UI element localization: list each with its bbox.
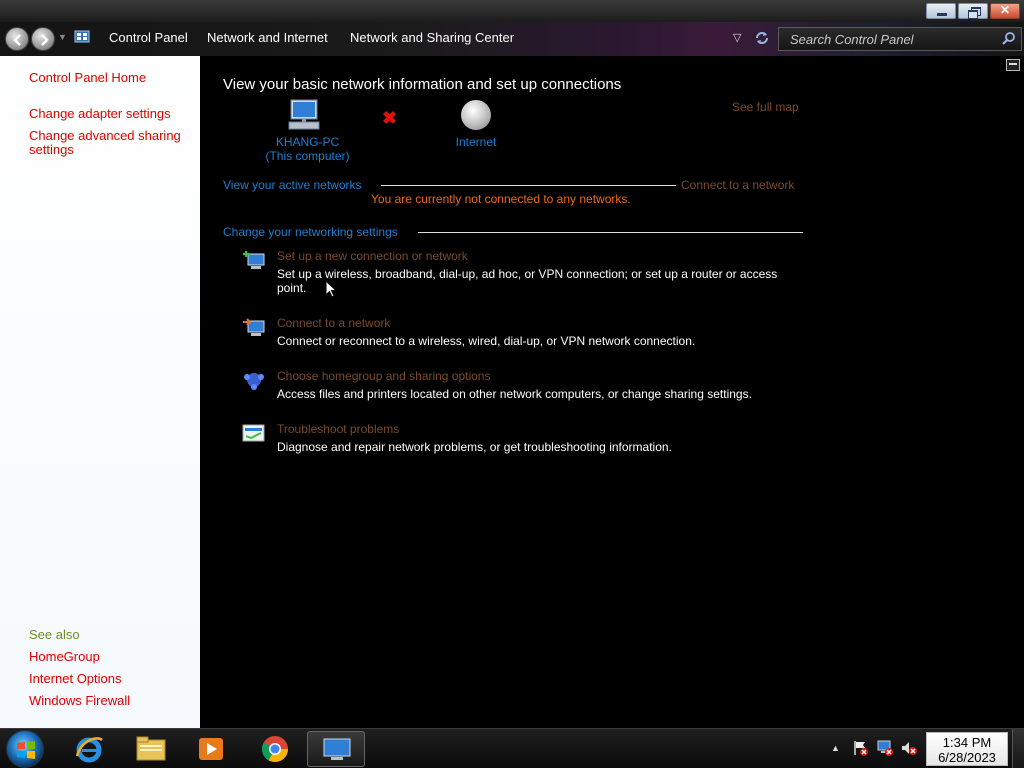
system-clock[interactable]: 1:34 PM 6/28/2023 bbox=[926, 732, 1008, 766]
close-icon: ✕ bbox=[999, 3, 1011, 17]
disconnected-x-icon: ✖ bbox=[382, 108, 398, 128]
internet-explorer-icon bbox=[75, 737, 103, 763]
action-center-flag-icon[interactable] bbox=[852, 739, 870, 757]
new-connection-icon bbox=[243, 251, 265, 269]
main-content: View your basic network information and … bbox=[200, 56, 1024, 728]
recent-pages-dropdown-icon[interactable]: ▼ bbox=[58, 32, 67, 42]
clock-date: 6/28/2023 bbox=[938, 750, 996, 765]
chrome-icon bbox=[261, 736, 289, 763]
task-description: Set up a wireless, broadband, dial-up, a… bbox=[277, 267, 778, 295]
control-panel-icon bbox=[74, 30, 90, 43]
folder-icon bbox=[136, 736, 166, 761]
start-button[interactable] bbox=[6, 730, 44, 768]
taskbar-media-player[interactable] bbox=[182, 731, 240, 767]
breadcrumb-control-panel[interactable]: Control Panel bbox=[109, 30, 188, 45]
search-icon[interactable] bbox=[1001, 31, 1017, 47]
refresh-icon[interactable] bbox=[753, 29, 771, 47]
search-input[interactable] bbox=[779, 28, 999, 50]
task-title-link[interactable]: Set up a new connection or network bbox=[277, 249, 468, 263]
show-desktop-button[interactable] bbox=[1012, 729, 1024, 768]
computer-name-label: KHANG-PC bbox=[275, 135, 340, 149]
taskbar-file-explorer[interactable] bbox=[121, 731, 179, 767]
task-title-link[interactable]: Troubleshoot problems bbox=[277, 422, 399, 436]
active-networks-heading: View your active networks bbox=[223, 178, 362, 192]
taskbar-network-sharing-center[interactable] bbox=[307, 731, 365, 767]
change-adapter-settings-link[interactable]: Change adapter settings bbox=[29, 107, 171, 121]
control-panel-home-link[interactable]: Control Panel Home bbox=[29, 71, 146, 85]
address-bar: ▼ Control Panel Network and Internet Net… bbox=[0, 22, 1024, 56]
not-connected-message: You are currently not connected to any n… bbox=[371, 192, 631, 206]
volume-muted-icon[interactable] bbox=[900, 739, 918, 757]
taskbar: ▲ 1:34 PM 6/28/2023 bbox=[0, 728, 1024, 768]
restore-button[interactable] bbox=[958, 3, 988, 19]
network-status-icon[interactable] bbox=[876, 739, 894, 757]
show-hidden-icons[interactable]: ▲ bbox=[831, 743, 840, 753]
task-description: Connect or reconnect to a wireless, wire… bbox=[277, 334, 696, 348]
breadcrumb-network-and-sharing-center[interactable]: Network and Sharing Center bbox=[350, 30, 514, 45]
back-arrow-icon bbox=[13, 34, 21, 46]
windows-firewall-link[interactable]: Windows Firewall bbox=[29, 694, 130, 708]
task-title-link[interactable]: Choose homegroup and sharing options bbox=[277, 369, 490, 383]
close-button[interactable]: ✕ bbox=[990, 3, 1020, 19]
network-center-icon bbox=[323, 738, 351, 760]
see-full-map-link[interactable]: See full map bbox=[732, 100, 799, 114]
address-dropdown-icon[interactable]: ▽ bbox=[733, 31, 741, 44]
connect-to-network-link[interactable]: Connect to a network bbox=[681, 178, 794, 192]
forward-button[interactable] bbox=[31, 27, 55, 51]
homegroup-icon bbox=[244, 373, 264, 390]
breadcrumb-network-and-internet[interactable]: Network and Internet bbox=[207, 30, 328, 45]
window-titlebar[interactable]: ✕ bbox=[0, 0, 1024, 22]
taskbar-chrome[interactable] bbox=[246, 731, 304, 767]
internet-globe-icon bbox=[461, 100, 491, 130]
divider bbox=[381, 185, 676, 186]
page-title: View your basic network information and … bbox=[223, 76, 622, 93]
change-networking-settings-heading: Change your networking settings bbox=[223, 225, 398, 239]
homegroup-link[interactable]: HomeGroup bbox=[29, 650, 100, 664]
task-description: Access files and printers located on oth… bbox=[277, 387, 752, 401]
task-description: Diagnose and repair network problems, or… bbox=[277, 440, 672, 454]
internet-options-link[interactable]: Internet Options bbox=[29, 672, 122, 686]
minimize-button[interactable] bbox=[926, 3, 956, 19]
see-also-heading: See also bbox=[29, 627, 80, 642]
windows-logo-icon bbox=[17, 741, 35, 759]
computer-icon bbox=[288, 99, 320, 130]
search-box[interactable] bbox=[778, 27, 1022, 51]
change-advanced-sharing-link[interactable]: Change advanced sharing settings bbox=[29, 129, 194, 157]
this-computer-label: (This computer) bbox=[265, 149, 350, 163]
troubleshoot-icon bbox=[242, 424, 265, 442]
connect-network-icon bbox=[243, 318, 265, 336]
forward-arrow-icon bbox=[41, 34, 49, 46]
divider bbox=[418, 232, 803, 233]
task-title-link[interactable]: Connect to a network bbox=[277, 316, 390, 330]
clock-time: 1:34 PM bbox=[942, 735, 992, 750]
desktop-screen: ✕ ▼ Control Panel Network and Internet N… bbox=[0, 0, 1024, 768]
mouse-cursor-icon bbox=[325, 280, 337, 298]
help-toggle-icon[interactable] bbox=[1006, 59, 1020, 71]
back-button[interactable] bbox=[5, 27, 29, 51]
internet-label: Internet bbox=[455, 135, 497, 149]
left-task-pane: Control Panel Home Change adapter settin… bbox=[0, 56, 200, 728]
taskbar-internet-explorer[interactable] bbox=[60, 731, 118, 767]
media-player-icon bbox=[199, 738, 223, 760]
